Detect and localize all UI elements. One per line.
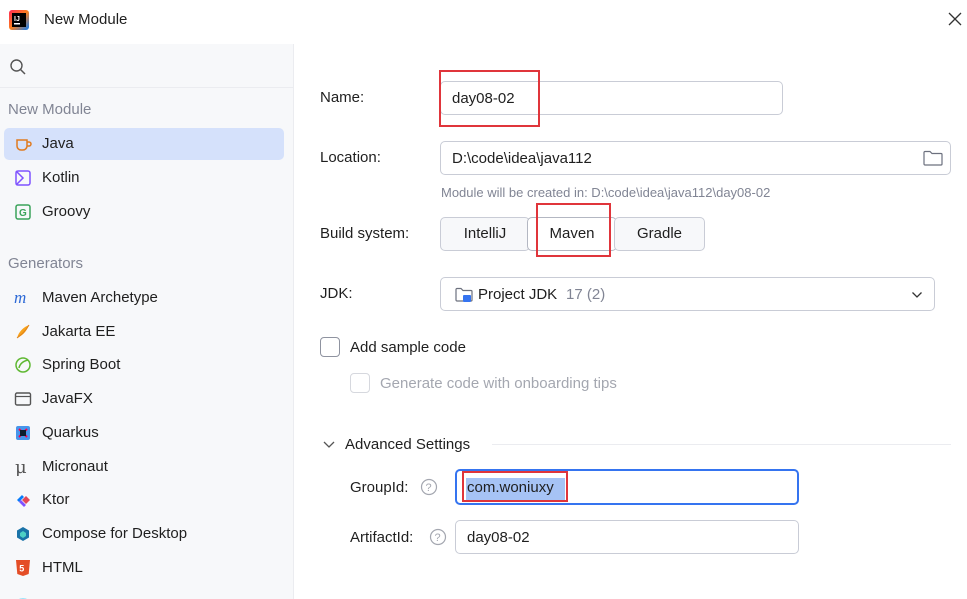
onboarding-tips-label: Generate code with onboarding tips <box>380 375 617 392</box>
artifactid-label: ArtifactId: <box>350 529 414 546</box>
sidebar-item-maven-archetype[interactable]: m Maven Archetype <box>4 282 284 314</box>
sidebar-item-spring-boot[interactable]: Spring Boot <box>4 349 284 381</box>
jakarta-ee-icon <box>16 324 30 339</box>
sidebar-item-label: Groovy <box>42 203 91 220</box>
sidebar-item-javafx[interactable]: JavaFX <box>4 383 284 415</box>
sidebar-item-html[interactable]: 5 HTML <box>4 552 284 584</box>
location-label: Location: <box>320 149 381 166</box>
chevron-down-icon <box>912 292 922 298</box>
sidebar-item-label: JavaFX <box>42 390 93 407</box>
svg-text:?: ? <box>435 532 441 544</box>
title-bar: IJ New Module <box>0 0 967 40</box>
micronaut-icon: μ <box>15 458 27 476</box>
chevron-down-icon[interactable] <box>322 439 336 451</box>
help-icon[interactable]: ? <box>420 478 438 496</box>
kotlin-icon <box>15 170 31 186</box>
close-icon[interactable] <box>945 9 965 29</box>
sidebar-item-kotlin[interactable]: Kotlin <box>4 162 284 194</box>
sidebar: New Module Java Kotlin G Groovy Generato… <box>0 44 294 599</box>
sidebar-item-partial[interactable] <box>4 586 284 599</box>
onboarding-tips-checkbox[interactable] <box>350 373 370 393</box>
location-value: D:\code\idea\java112 <box>452 150 592 167</box>
quarkus-icon <box>16 426 30 440</box>
help-icon[interactable]: ? <box>429 528 447 546</box>
build-option-maven[interactable]: Maven <box>527 217 617 251</box>
artifactid-field[interactable]: day08-02 <box>455 520 799 554</box>
artifactid-value: day08-02 <box>467 529 530 546</box>
groupid-label: GroupId: <box>350 479 409 496</box>
add-sample-code-checkbox[interactable] <box>320 337 340 357</box>
search-input[interactable] <box>34 52 284 80</box>
jdk-label: JDK: <box>320 285 353 302</box>
svg-text:m: m <box>14 289 26 307</box>
name-field[interactable]: day08-02 <box>440 81 783 115</box>
sidebar-item-label: Compose for Desktop <box>42 525 188 542</box>
search-icon <box>10 59 26 75</box>
spring-boot-icon <box>15 357 31 373</box>
sidebar-search <box>0 44 294 88</box>
sidebar-item-label: Kotlin <box>42 169 80 186</box>
groupid-value: com.woniuxy <box>467 479 554 496</box>
groovy-icon: G <box>15 204 31 220</box>
name-value: day08-02 <box>452 90 515 107</box>
advanced-settings-toggle[interactable]: Advanced Settings <box>345 436 470 453</box>
java-coffee-icon <box>16 139 32 151</box>
sidebar-item-label: HTML <box>42 559 83 576</box>
add-sample-code-label: Add sample code <box>350 339 466 356</box>
partial-item-icon <box>18 598 28 599</box>
svg-text:G: G <box>19 208 27 219</box>
sidebar-item-quarkus[interactable]: Quarkus <box>4 417 284 449</box>
sidebar-item-label: Micronaut <box>42 458 108 475</box>
sidebar-item-label: Quarkus <box>42 424 99 441</box>
jdk-folder-icon <box>455 287 473 302</box>
jdk-dropdown[interactable]: Project JDK 17 (2) <box>440 277 935 311</box>
build-option-gradle[interactable]: Gradle <box>614 217 705 251</box>
folder-icon[interactable] <box>923 150 943 166</box>
sidebar-item-compose-for-desktop[interactable]: Compose for Desktop <box>4 518 284 550</box>
svg-text:?: ? <box>426 482 432 494</box>
section-header-generators: Generators <box>8 255 84 272</box>
advanced-settings-divider <box>492 444 951 445</box>
sidebar-item-ktor[interactable]: Ktor <box>4 484 284 516</box>
build-system-label: Build system: <box>320 225 410 242</box>
sidebar-item-micronaut[interactable]: μ Micronaut <box>4 451 284 483</box>
window-title: New Module <box>44 11 128 28</box>
html5-icon: 5 <box>16 560 30 576</box>
sidebar-item-java[interactable]: Java <box>4 128 284 160</box>
sidebar-item-label: Ktor <box>42 491 70 508</box>
jdk-version: 17 (2) <box>566 286 606 303</box>
sidebar-item-label: Java <box>42 135 74 152</box>
sidebar-item-groovy[interactable]: G Groovy <box>4 196 284 228</box>
compose-icon <box>17 527 29 541</box>
intellij-idea-logo-icon: IJ <box>9 10 29 30</box>
sidebar-item-label: Spring Boot <box>42 356 121 373</box>
section-header-new-module: New Module <box>8 101 92 118</box>
maven-icon: m <box>14 289 26 307</box>
jdk-name: Project JDK <box>478 286 558 303</box>
location-hint: Module will be created in: D:\code\idea\… <box>441 185 771 200</box>
sidebar-item-label: Jakarta EE <box>42 323 116 340</box>
svg-text:μ: μ <box>15 458 27 476</box>
javafx-icon <box>14 392 32 406</box>
name-label: Name: <box>320 89 365 106</box>
sidebar-item-label: Maven Archetype <box>42 289 158 306</box>
location-field[interactable]: D:\code\idea\java112 <box>440 141 951 175</box>
sidebar-item-jakarta-ee[interactable]: Jakarta EE <box>4 316 284 348</box>
svg-text:5: 5 <box>19 564 24 574</box>
build-option-intellij[interactable]: IntelliJ <box>440 217 530 251</box>
ktor-icon <box>17 495 30 507</box>
svg-text:IJ: IJ <box>14 16 20 23</box>
